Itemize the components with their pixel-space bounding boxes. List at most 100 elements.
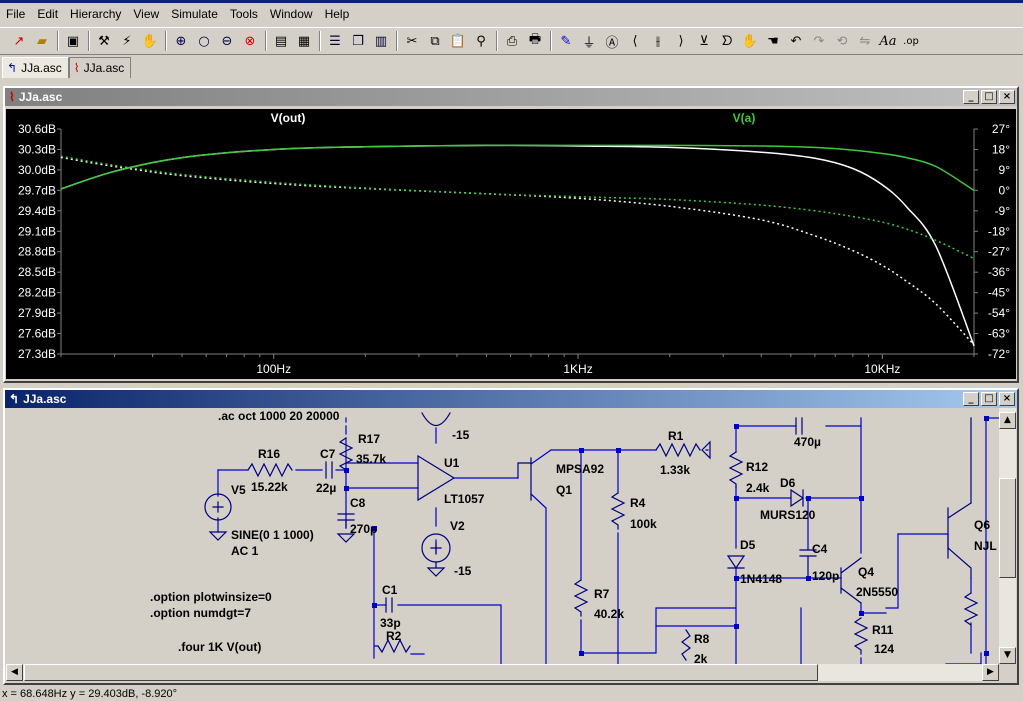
plot-area[interactable]: 30.6dB 30.3dB 30.0dB 29.7dB 29.4dB 29.1dB 28.8… [6,109,1016,379]
new-schematic-icon[interactable]: ↗ [8,30,30,52]
label-c1-value[interactable]: 33p [380,616,401,630]
spice-directive-plotwinsize[interactable]: .option plotwinsize=0 [150,590,272,604]
menu-hierarchy[interactable]: Hierarchy [64,7,127,21]
draw-wire-icon[interactable]: ✎ [555,30,577,52]
menu-help[interactable]: Help [319,7,356,21]
schematic-drawing[interactable] [6,408,999,664]
label-c5-value[interactable]: 470µ [794,435,821,449]
label-r16-value[interactable]: 15.22k [251,480,288,494]
menu-simulate[interactable]: Simulate [165,7,224,21]
label-vneg-bottom[interactable]: -15 [454,564,471,578]
label-q4-value[interactable]: 2N5550 [856,585,898,599]
label-r12[interactable]: R12 [746,460,768,474]
label-r12-value[interactable]: 2.4k [746,481,769,495]
diode-icon[interactable]: ⊻ [693,30,715,52]
menu-tools[interactable]: Tools [224,7,264,21]
text-icon[interactable]: Aa [877,30,899,52]
print-icon[interactable]: 🖶 [524,30,546,52]
menu-window[interactable]: Window [264,7,319,21]
label-r16[interactable]: R16 [258,447,280,461]
label-r1-value[interactable]: 1.33k [660,463,690,477]
resistor-icon[interactable]: ⟨ [624,30,646,52]
schematic-canvas[interactable]: .ac oct 1000 20 20000 .option plotwinsiz… [6,408,999,664]
label-d6[interactable]: D6 [780,476,795,490]
label-q1[interactable]: Q1 [556,483,572,497]
schematic-window-titlebar[interactable]: ↰ JJa.asc _ □ × [5,390,1017,408]
label-c4[interactable]: C4 [812,542,827,556]
pan-icon[interactable]: ○ [193,30,215,52]
scroll-left-button[interactable]: ◀ [6,664,23,681]
label-r1[interactable]: R1 [668,429,683,443]
label-c8[interactable]: C8 [350,496,365,510]
zoom-out-icon[interactable]: ⊖ [216,30,238,52]
copy-icon[interactable]: ⧉ [424,30,446,52]
label-r7[interactable]: R7 [594,587,609,601]
spice-directive-numdgt[interactable]: .option numdgt=7 [150,606,251,620]
label-q6[interactable]: Q6 [974,518,990,532]
inductor-icon[interactable]: ⟩ [670,30,692,52]
close-button[interactable]: × [999,392,1015,406]
control-panel-icon[interactable]: ⚒ [93,30,115,52]
tab-waveform[interactable]: ⌇ JJa.asc [68,57,132,78]
menu-edit[interactable]: Edit [31,7,64,21]
ground-icon[interactable]: ⏚ [578,30,600,52]
run-icon[interactable]: ⚡ [116,30,138,52]
label-r11-value[interactable]: 124 [874,642,894,656]
component-icon[interactable]: ᗤ [716,30,738,52]
open-folder-icon[interactable]: ▰ [31,30,53,52]
cascade-icon[interactable]: ❐ [347,30,369,52]
zoom-in-icon[interactable]: ⊕ [170,30,192,52]
menu-view[interactable]: View [127,7,165,21]
label-q4[interactable]: Q4 [858,565,874,579]
tile-horizontal-icon[interactable]: ☰ [324,30,346,52]
label-c4-value[interactable]: 120p [812,569,839,583]
label-r8[interactable]: R8 [694,632,709,646]
label-r4[interactable]: R4 [630,496,645,510]
find-icon[interactable]: ⚲ [470,30,492,52]
mirror-icon[interactable]: ⇋ [854,30,876,52]
label-v5-value[interactable]: SINE(0 1 1000) [231,528,314,542]
zoom-cancel-icon[interactable]: ⊗ [239,30,261,52]
label-r7-value[interactable]: 40.2k [594,607,624,621]
label-c7-value[interactable]: 22µ [316,481,336,495]
label-vneg-top[interactable]: -15 [452,428,469,442]
tab-schematic[interactable]: ↰ JJa.asc [2,57,69,78]
capacitor-icon[interactable]: ⫲ [647,30,669,52]
minimize-button[interactable]: _ [963,392,979,406]
label-q1-value[interactable]: MPSA92 [556,462,604,476]
label-r4-value[interactable]: 100k [630,517,657,531]
vertical-scroll-thumb[interactable] [999,478,1016,578]
grid-icon[interactable]: ▦ [293,30,315,52]
spice-directive-ac[interactable]: .ac oct 1000 20 20000 [218,409,339,423]
horizontal-scroll-thumb[interactable] [24,664,818,681]
label-c8-value[interactable]: 270p [350,522,377,536]
scroll-up-button[interactable]: ▲ [999,412,1016,429]
vertical-scrollbar[interactable]: ▲ ▼ [999,408,1016,664]
move-icon[interactable]: ✋ [739,30,761,52]
label-c7[interactable]: C7 [320,447,335,461]
close-button[interactable]: × [999,90,1015,104]
label-r17[interactable]: R17 [358,432,380,446]
redo-icon[interactable]: ↷ [808,30,830,52]
drag-icon[interactable]: ☚ [762,30,784,52]
label-r2[interactable]: R2 [386,629,401,643]
maximize-button[interactable]: □ [981,392,997,406]
tile-vertical-icon[interactable]: ▥ [370,30,392,52]
label-d5-value[interactable]: 1N4148 [740,572,782,586]
undo-icon[interactable]: ↶ [785,30,807,52]
label-v2[interactable]: V2 [450,519,465,533]
scroll-right-button[interactable]: ▶ [982,664,999,681]
cut-icon[interactable]: ✂ [401,30,423,52]
label-r8-value[interactable]: 2k [694,652,707,664]
label-u1-value[interactable]: LT1057 [444,492,484,506]
maximize-button[interactable]: □ [981,90,997,104]
label-d5[interactable]: D5 [740,538,755,552]
label-r11[interactable]: R11 [872,623,893,637]
menu-file[interactable]: File [0,7,31,21]
halt-icon[interactable]: ✋ [139,30,161,52]
label-r17-value[interactable]: 35.7k [356,452,386,466]
paste-icon[interactable]: 📋 [447,30,469,52]
label-c1[interactable]: C1 [382,583,397,597]
label-v5[interactable]: V5 [231,483,246,497]
scroll-down-button[interactable]: ▼ [999,647,1016,664]
